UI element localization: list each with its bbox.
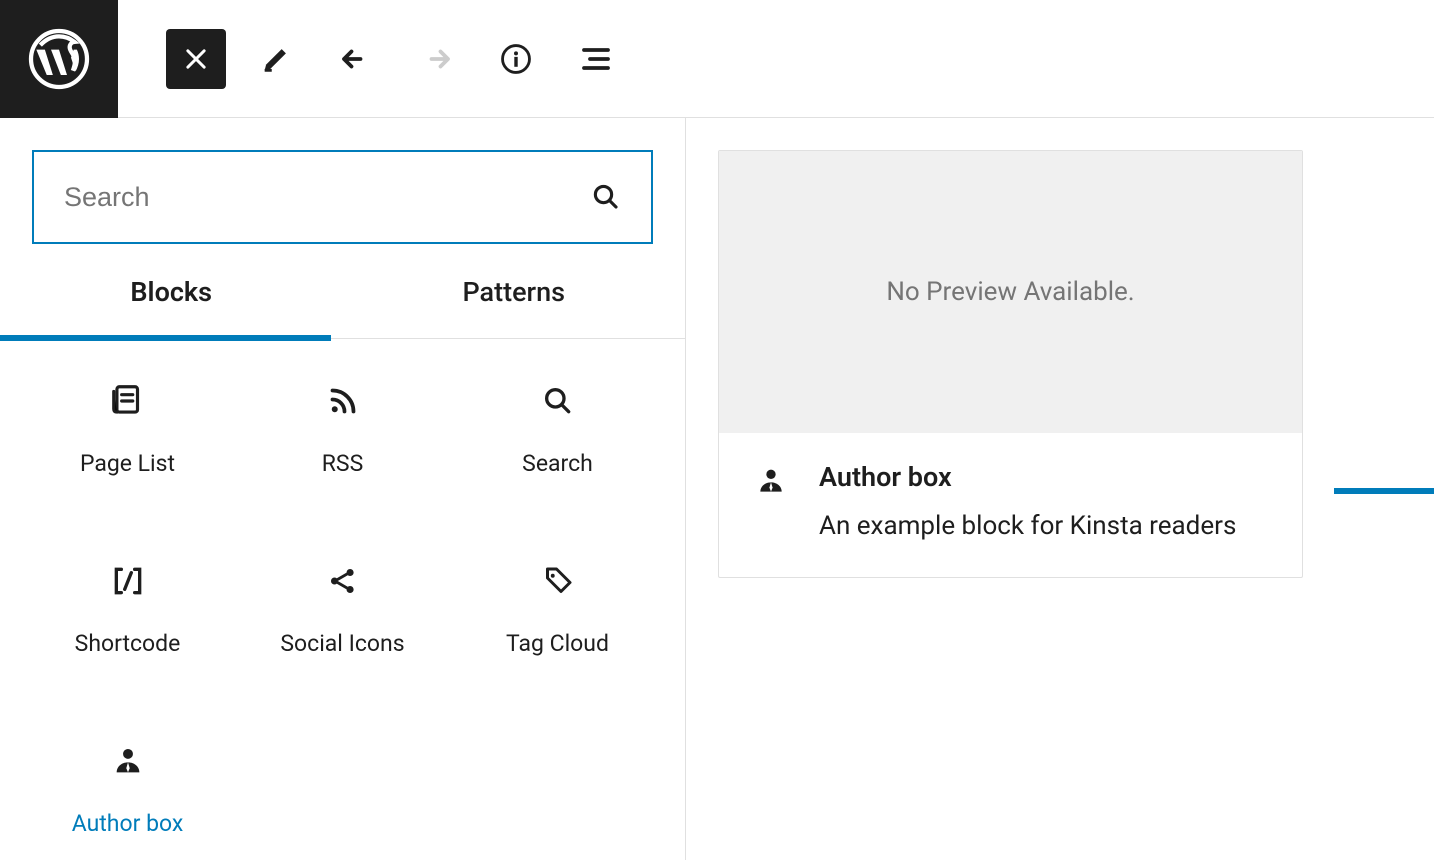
block-label: Page List <box>80 450 175 477</box>
tab-blocks[interactable]: Blocks <box>0 276 343 338</box>
undo-button[interactable] <box>326 29 386 89</box>
person-tie-icon <box>755 465 787 497</box>
search-input[interactable] <box>64 182 591 213</box>
wordpress-logo-button[interactable] <box>0 0 118 118</box>
outline-button[interactable] <box>566 29 626 89</box>
block-grid: Page List RSS Search Shortcode <box>0 339 685 860</box>
search-icon <box>591 182 621 212</box>
rss-icon <box>325 383 361 419</box>
preview-description: An example block for Kinsta readers <box>819 511 1236 541</box>
wordpress-icon <box>27 27 91 91</box>
block-item-rss[interactable]: RSS <box>235 339 450 519</box>
active-tab-indicator <box>0 335 331 341</box>
block-inserter-panel: Blocks Patterns Page List RSS <box>0 118 686 860</box>
preview-title: Author box <box>819 461 1236 493</box>
block-label: Search <box>522 450 593 477</box>
block-item-social-icons[interactable]: Social Icons <box>235 519 450 699</box>
block-label: Shortcode <box>75 630 181 657</box>
search-field[interactable] <box>32 150 653 244</box>
block-item-author-box[interactable]: Author box <box>20 699 235 860</box>
preview-card: No Preview Available. Author box An exam… <box>718 150 1303 578</box>
inserter-tabs: Blocks Patterns <box>0 276 685 339</box>
redo-button[interactable] <box>406 29 466 89</box>
block-item-page-list[interactable]: Page List <box>20 339 235 519</box>
block-item-tag-cloud[interactable]: Tag Cloud <box>450 519 665 699</box>
close-icon <box>182 45 210 73</box>
preview-meta: Author box An example block for Kinsta r… <box>719 433 1302 577</box>
pencil-icon <box>259 42 293 76</box>
info-button[interactable] <box>486 29 546 89</box>
share-icon <box>326 564 360 598</box>
person-tie-icon <box>111 744 145 778</box>
info-icon <box>499 42 533 76</box>
top-toolbar <box>0 0 1434 118</box>
block-label: Tag Cloud <box>506 630 609 657</box>
preview-placeholder: No Preview Available. <box>719 151 1302 433</box>
tag-icon <box>540 563 576 599</box>
shortcode-icon <box>108 561 148 601</box>
undo-icon <box>338 41 374 77</box>
redo-icon <box>418 41 454 77</box>
search-container <box>0 118 685 276</box>
block-preview-area: No Preview Available. Author box An exam… <box>686 118 1434 860</box>
list-view-icon <box>578 41 614 77</box>
block-item-search[interactable]: Search <box>450 339 665 519</box>
tab-patterns[interactable]: Patterns <box>343 276 686 338</box>
block-label: Author box <box>72 810 184 837</box>
search-icon <box>542 385 574 417</box>
block-label: Social Icons <box>280 630 404 657</box>
page-list-icon <box>109 382 147 420</box>
main-area: Blocks Patterns Page List RSS <box>0 118 1434 860</box>
block-label: RSS <box>322 450 364 477</box>
editor-toolbar <box>118 29 626 89</box>
accent-bar <box>1334 488 1434 494</box>
edit-tool-button[interactable] <box>246 29 306 89</box>
block-item-shortcode[interactable]: Shortcode <box>20 519 235 699</box>
close-inserter-button[interactable] <box>166 29 226 89</box>
